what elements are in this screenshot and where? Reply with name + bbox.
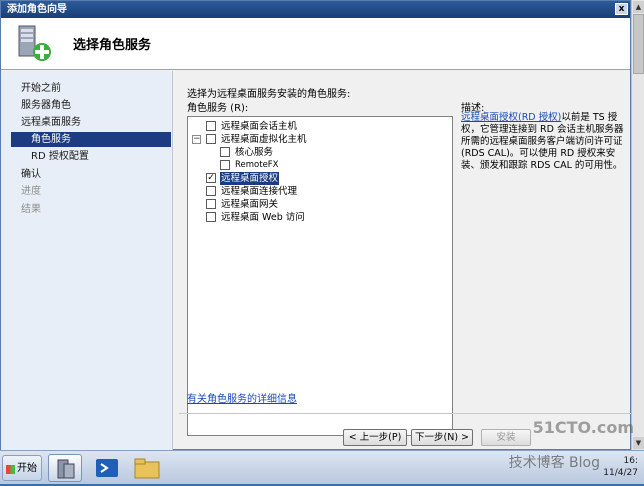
nav-item-progress: 进度 xyxy=(21,186,41,197)
nav-item-role-services[interactable]: 角色服务 xyxy=(11,132,171,147)
start-button[interactable]: 开始 xyxy=(2,455,42,481)
watermark-blog: 技术博客 Blog xyxy=(508,455,600,471)
description-text: 远程桌面授权(RD 授权)以前是 TS 授权，它管理连接到 RD 会话主机服务器… xyxy=(461,112,631,172)
wizard-nav: 开始之前 服务器角色 远程桌面服务 角色服务 RD 授权配置 确认 进度 结果 xyxy=(1,71,173,451)
wizard-header: 选择角色服务 xyxy=(1,18,630,70)
checkbox-rd-licensing[interactable]: ✓ xyxy=(206,173,216,183)
add-roles-wizard-window: 添加角色向导 x 选择角色服务 开始之前 服务器角色 远程桌面服务 角色服务 R… xyxy=(0,0,631,451)
tree-node-rd-session-host[interactable]: 远程桌面会话主机 xyxy=(188,120,448,133)
description-link[interactable]: 远程桌面授权(RD 授权) xyxy=(461,112,561,123)
nav-item-rd-licensing-config[interactable]: RD 授权配置 xyxy=(31,149,89,164)
footer-divider xyxy=(179,413,631,414)
role-services-tree[interactable]: 远程桌面会话主机 − 远程桌面虚拟化主机 核心服务 RemoteFX ✓ 远程桌… xyxy=(187,116,453,436)
server-manager-taskbar-icon[interactable] xyxy=(48,454,82,482)
install-button[interactable]: 安装 xyxy=(481,429,531,446)
explorer-taskbar-icon[interactable] xyxy=(130,454,164,482)
close-button[interactable]: x xyxy=(615,3,628,15)
role-services-label: 角色服务 (R): xyxy=(187,103,249,114)
checkbox-rd-gateway[interactable] xyxy=(206,199,216,209)
start-label: 开始 xyxy=(17,463,37,474)
window-title: 添加角色向导 xyxy=(7,4,67,15)
wizard-content: 选择为远程桌面服务安装的角色服务: 角色服务 (R): 远程桌面会话主机 − 远… xyxy=(179,71,631,451)
title-bar[interactable]: 添加角色向导 x xyxy=(1,1,630,18)
clock-date: 11/4/27 xyxy=(603,468,638,478)
scroll-thumb[interactable] xyxy=(633,14,644,74)
checkbox-remotefx[interactable] xyxy=(220,160,230,170)
checkbox-rd-virtualization-host[interactable] xyxy=(206,134,216,144)
scroll-up-icon[interactable]: ▲ xyxy=(633,1,644,13)
nav-item-results: 结果 xyxy=(21,204,41,215)
prompt-text: 选择为远程桌面服务安装的角色服务: xyxy=(187,89,351,100)
page-title: 选择角色服务 xyxy=(73,38,152,53)
checkbox-rd-connection-broker[interactable] xyxy=(206,186,216,196)
checkbox-rd-web-access[interactable] xyxy=(206,212,216,222)
tree-node-remotefx[interactable]: RemoteFX xyxy=(188,159,448,172)
clock-time: 16: xyxy=(623,456,638,466)
tree-node-core-services[interactable]: 核心服务 xyxy=(188,146,448,159)
scroll-down-icon[interactable]: ▼ xyxy=(633,437,644,449)
tree-node-rd-gateway[interactable]: 远程桌面网关 xyxy=(188,198,448,211)
nav-item-remote-desktop-services[interactable]: 远程桌面服务 xyxy=(21,115,81,130)
windows-logo-icon xyxy=(6,465,15,474)
nav-item-before-you-begin[interactable]: 开始之前 xyxy=(21,81,61,96)
nav-item-confirmation[interactable]: 确认 xyxy=(21,167,41,182)
tree-node-rd-licensing[interactable]: ✓ 远程桌面授权 xyxy=(188,172,448,185)
watermark-site: 51CTO.com xyxy=(532,418,634,437)
clock[interactable]: 16: 11/4/27 xyxy=(603,455,638,479)
tree-node-rd-web-access[interactable]: 远程桌面 Web 访问 xyxy=(188,211,448,224)
collapse-icon[interactable]: − xyxy=(192,135,201,144)
next-button[interactable]: 下一步(N) > xyxy=(411,429,473,446)
previous-button[interactable]: < 上一步(P) xyxy=(343,429,407,446)
vertical-scrollbar[interactable]: ▲ ▼ xyxy=(631,0,644,450)
checkbox-core-services[interactable] xyxy=(220,147,230,157)
server-role-icon xyxy=(18,25,51,61)
nav-item-server-roles[interactable]: 服务器角色 xyxy=(21,98,71,113)
tree-node-rd-virtualization-host[interactable]: − 远程桌面虚拟化主机 xyxy=(188,133,448,146)
tree-node-rd-connection-broker[interactable]: 远程桌面连接代理 xyxy=(188,185,448,198)
powershell-taskbar-icon[interactable] xyxy=(90,454,124,482)
more-info-link[interactable]: 有关角色服务的详细信息 xyxy=(187,390,297,405)
checkbox-rd-session-host[interactable] xyxy=(206,121,216,131)
